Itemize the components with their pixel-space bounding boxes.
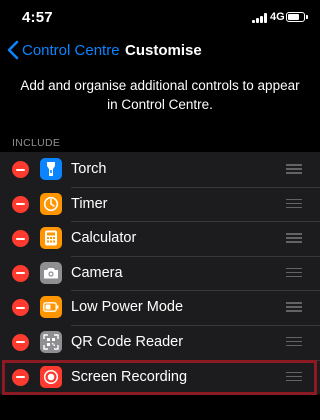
- chevron-left-icon: [7, 40, 19, 60]
- navigation-bar: Control Centre Customise: [0, 34, 320, 66]
- remove-button[interactable]: [12, 195, 29, 213]
- battery-icon: [40, 296, 62, 319]
- list-item-calculator: Calculator: [0, 221, 320, 256]
- back-button-label: Control Centre: [22, 41, 120, 59]
- list-item-torch: Torch: [0, 152, 320, 187]
- remove-button[interactable]: [12, 264, 29, 282]
- include-list: Torch Timer Calculator Camera Low Power …: [0, 152, 320, 395]
- list-item-screen-recording: Screen Recording: [0, 359, 320, 395]
- list-item-label: Camera: [71, 264, 123, 281]
- remove-button[interactable]: [12, 299, 29, 317]
- list-item-low-power-mode: Low Power Mode: [0, 290, 320, 325]
- reorder-handle[interactable]: [286, 267, 302, 278]
- status-time: 4:57: [22, 9, 53, 26]
- calculator-icon: [40, 227, 62, 250]
- list-item-label: QR Code Reader: [71, 333, 184, 350]
- reorder-handle[interactable]: [286, 198, 302, 209]
- signal-icon: [252, 13, 268, 23]
- network-type: 4G: [270, 11, 285, 23]
- remove-button[interactable]: [12, 161, 29, 178]
- description-text: Add and organise additional controls to …: [20, 78, 300, 112]
- list-item-qr-code-reader: QR Code Reader: [0, 324, 320, 360]
- page-title: Customise: [125, 42, 202, 59]
- list-item-camera: Camera: [0, 255, 320, 291]
- timer-icon: [40, 192, 62, 215]
- section-header-include: INCLUDE: [12, 137, 61, 149]
- reorder-handle[interactable]: [286, 164, 302, 174]
- qr-code-icon: [40, 330, 62, 353]
- reorder-handle[interactable]: [286, 233, 302, 243]
- remove-button[interactable]: [12, 333, 29, 351]
- reorder-handle[interactable]: [286, 336, 302, 347]
- list-item-label: Torch: [71, 161, 107, 177]
- list-item-label: Calculator: [71, 230, 137, 247]
- remove-button[interactable]: [12, 230, 29, 248]
- list-item-label: Screen Recording: [71, 368, 188, 385]
- battery-icon: [286, 12, 308, 22]
- status-bar: 4:57 4G: [0, 0, 320, 34]
- list-item-timer: Timer: [0, 186, 320, 222]
- torch-icon: [40, 158, 62, 180]
- list-item-label: Timer: [71, 195, 108, 212]
- back-button[interactable]: Control Centre: [6, 39, 120, 61]
- list-item-label: Low Power Mode: [71, 299, 184, 316]
- record-icon: [40, 365, 62, 388]
- reorder-handle[interactable]: [286, 302, 302, 312]
- reorder-handle[interactable]: [286, 371, 302, 382]
- remove-button[interactable]: [12, 368, 29, 386]
- camera-icon: [40, 261, 62, 284]
